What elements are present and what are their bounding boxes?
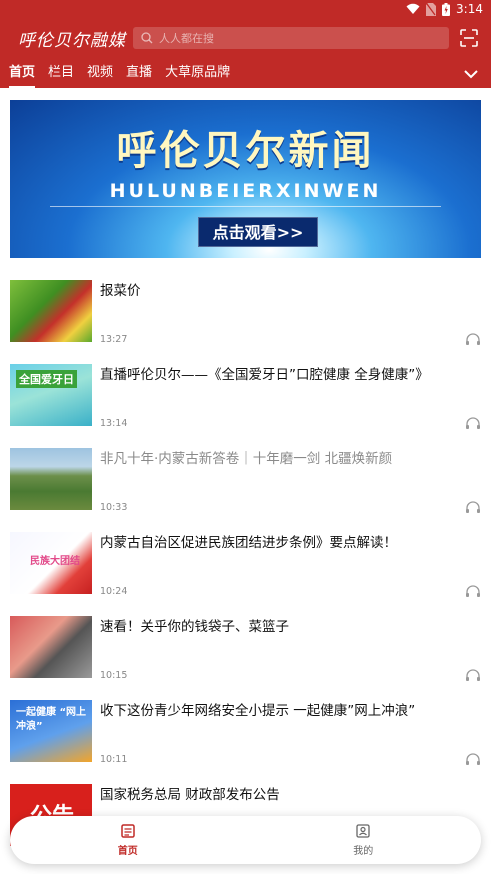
news-thumbnail — [10, 616, 92, 678]
profile-icon — [356, 824, 370, 838]
news-time: 10:24 — [100, 586, 128, 597]
banner-divider — [50, 206, 441, 207]
app-screen: 3:14 呼伦贝尔融媒 人人都在搜 首页 栏目 视频 直播 大草原品牌 呼伦贝尔… — [0, 0, 491, 874]
news-title: 内蒙古自治区促进民族团结进步条例》要点解读！ — [100, 535, 397, 551]
no-sim-icon — [426, 2, 437, 16]
news-title: 直播呼伦贝尔——《全国爱牙日”口腔健康 全身健康”》 — [100, 367, 429, 383]
status-bar: 3:14 — [0, 0, 491, 20]
news-item[interactable]: 一起健康 “网上冲浪” 收下这份青少年网络安全小提示 一起健康”网上冲浪” 10… — [0, 688, 491, 772]
nav-profile[interactable]: 我的 — [246, 816, 482, 864]
app-logo: 呼伦贝尔融媒 — [18, 31, 126, 51]
news-time: 13:14 — [100, 418, 128, 429]
nav-home[interactable]: 首页 — [10, 816, 246, 864]
news-item[interactable]: 报菜价 13:27 — [0, 268, 491, 352]
headphones-icon[interactable] — [465, 500, 481, 514]
news-time: 10:11 — [100, 754, 128, 765]
headphones-icon[interactable] — [465, 668, 481, 682]
news-time: 10:33 — [100, 502, 128, 513]
news-title: 报菜价 — [100, 283, 141, 299]
headphones-icon[interactable] — [465, 584, 481, 598]
home-news-icon — [121, 824, 135, 838]
status-icons: 3:14 — [406, 2, 483, 16]
status-time: 3:14 — [456, 2, 483, 16]
tab-live[interactable]: 直播 — [126, 60, 152, 88]
news-item[interactable]: 速看！关乎你的钱袋子、菜篮子 10:15 — [0, 604, 491, 688]
news-time: 13:27 — [100, 334, 128, 345]
search-bar[interactable]: 人人都在搜 — [133, 27, 449, 49]
battery-icon — [442, 2, 451, 16]
news-thumbnail — [10, 280, 92, 342]
search-placeholder: 人人都在搜 — [159, 32, 214, 45]
headphones-icon[interactable] — [465, 752, 481, 766]
scan-icon[interactable] — [459, 28, 479, 48]
thumbnail-caption: 一起健康 “网上冲浪” — [16, 707, 87, 732]
tab-columns[interactable]: 栏目 — [48, 60, 74, 88]
tab-grassland-brand[interactable]: 大草原品牌 — [165, 60, 230, 88]
news-title: 速看！关乎你的钱袋子、菜篮子 — [100, 619, 289, 635]
channel-tabs: 首页 栏目 视频 直播 大草原品牌 — [0, 60, 491, 88]
news-thumbnail: 一起健康 “网上冲浪” — [10, 700, 92, 762]
news-list: 报菜价 13:27 全国爱牙日 直播呼伦贝尔——《全国爱牙日”口腔健康 全身健康… — [0, 268, 491, 856]
thumbnail-caption: 全国爱牙日 — [16, 370, 77, 388]
headphones-icon[interactable] — [465, 332, 481, 346]
news-title: 收下这份青少年网络安全小提示 一起健康”网上冲浪” — [100, 703, 416, 719]
news-item[interactable]: 全国爱牙日 直播呼伦贝尔——《全国爱牙日”口腔健康 全身健康”》 13:14 — [0, 352, 491, 436]
bottom-navigation: 首页 我的 — [10, 816, 481, 864]
news-title: 非凡十年·内蒙古新答卷｜十年磨一剑 北疆焕新颜 — [100, 451, 393, 467]
news-item[interactable]: 民族大团结 内蒙古自治区促进民族团结进步条例》要点解读！ 10:24 — [0, 520, 491, 604]
news-time: 10:15 — [100, 670, 128, 681]
app-header: 3:14 呼伦贝尔融媒 人人都在搜 首页 栏目 视频 直播 大草原品牌 — [0, 0, 491, 88]
news-banner[interactable]: 呼伦贝尔新闻 HULUNBEIERXINWEN 点击观看>> — [10, 100, 481, 258]
search-icon — [141, 32, 153, 44]
tab-home[interactable]: 首页 — [9, 60, 36, 88]
news-thumbnail: 民族大团结 — [10, 532, 92, 594]
banner-watch-button[interactable]: 点击观看>> — [198, 217, 318, 247]
wifi-icon — [406, 3, 420, 14]
banner-title: 呼伦贝尔新闻 — [116, 128, 375, 174]
news-item[interactable]: 非凡十年·内蒙古新答卷｜十年磨一剑 北疆焕新颜 10:33 — [0, 436, 491, 520]
headphones-icon[interactable] — [465, 416, 481, 430]
nav-profile-label: 我的 — [353, 846, 374, 857]
tab-video[interactable]: 视频 — [87, 60, 113, 88]
nav-home-label: 首页 — [117, 846, 138, 857]
news-title: 国家税务总局 财政部发布公告 — [100, 787, 280, 803]
news-thumbnail — [10, 448, 92, 510]
banner-subtitle: HULUNBEIERXINWEN — [109, 180, 382, 202]
news-thumbnail: 全国爱牙日 — [10, 364, 92, 426]
thumbnail-caption: 民族大团结 — [30, 556, 80, 567]
chevron-down-icon[interactable] — [463, 66, 479, 82]
